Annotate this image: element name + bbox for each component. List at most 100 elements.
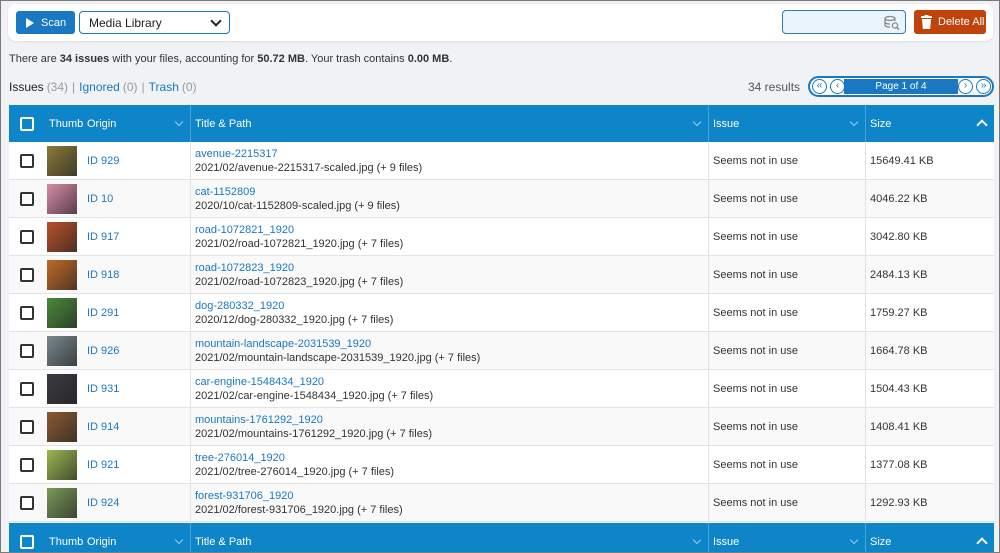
column-issue[interactable]: Issue [709,523,866,552]
thumbnail-image[interactable] [47,335,77,366]
column-origin-label: Origin [87,117,117,130]
title-link[interactable]: car-engine-1548434_1920 [195,376,324,388]
first-page-button[interactable]: « [812,79,827,94]
origin-link[interactable]: ID 291 [87,307,119,319]
prev-page-button[interactable]: ‹ [830,79,845,94]
title-link[interactable]: tree-276014_1920 [195,452,285,464]
title-link[interactable]: forest-931706_1920 [195,490,293,502]
row-checkbox[interactable] [20,457,34,472]
origin-link[interactable]: ID 931 [87,383,119,395]
issue-text: Seems not in use [713,496,798,509]
tab-separator: | [72,80,76,94]
thumbnail-image[interactable] [47,297,77,328]
sort-icon[interactable] [692,117,702,127]
select-all-checkbox[interactable] [20,534,34,549]
row-checkbox-cell [9,180,45,218]
row-checkbox[interactable] [20,191,34,206]
table-row: ID 924 forest-931706_1920 2021/02/forest… [9,483,994,522]
row-checkbox-cell [9,218,45,256]
thumbnail-image[interactable] [47,183,77,214]
row-checkbox[interactable] [20,267,34,282]
row-checkbox[interactable] [20,381,34,396]
column-size[interactable]: Size [866,105,994,142]
row-origin-cell: ID 921 [83,445,191,484]
title-link[interactable]: dog-280332_1920 [195,300,284,312]
column-issue-label: Issue [713,117,740,130]
play-icon [26,17,34,28]
origin-link[interactable]: ID 10 [87,193,113,205]
row-title-cell: mountain-landscape-2031539_1920 2021/02/… [191,331,709,370]
row-title-cell: road-1072823_1920 2021/02/road-1072823_1… [191,255,709,294]
sort-ascending-icon[interactable] [976,119,988,131]
origin-link[interactable]: ID 917 [87,231,119,243]
row-origin-cell: ID 929 [83,141,191,180]
last-page-button[interactable]: » [976,79,991,94]
thumbnail-image[interactable] [47,259,77,290]
row-thumb-cell [45,446,83,484]
table-row: ID 917 road-1072821_1920 2021/02/road-10… [9,217,994,256]
summary-text: There are [9,53,60,65]
origin-link[interactable]: ID 924 [87,497,119,509]
column-title[interactable]: Title & Path [191,105,709,142]
title-link[interactable]: mountains-1761292_1920 [195,414,323,426]
title-link[interactable]: mountain-landscape-2031539_1920 [195,338,371,350]
sort-icon[interactable] [174,535,184,545]
source-select[interactable]: Media Library [79,11,230,34]
file-path: 2021/02/avenue-2215317-scaled.jpg (+ 9 f… [195,161,423,174]
row-checkbox[interactable] [20,153,34,168]
tab-trash[interactable]: Trash [149,80,179,94]
summary-trash-size: 0.00 MB [407,53,450,65]
thumbnail-image[interactable] [47,221,77,252]
title-link[interactable]: road-1072821_1920 [195,224,294,236]
scan-button[interactable]: Scan [16,11,75,34]
table-row: ID 921 tree-276014_1920 2021/02/tree-276… [9,445,994,484]
row-issue-cell: Seems not in use [709,255,866,294]
column-issue-label: Issue [713,535,740,548]
issue-text: Seems not in use [713,458,798,471]
origin-link[interactable]: ID 914 [87,421,119,433]
size-text: 2484.13 KB [870,268,928,281]
row-checkbox[interactable] [20,495,34,510]
origin-link[interactable]: ID 918 [87,269,119,281]
table-row: ID 10 cat-1152809 2020/10/cat-1152809-sc… [9,179,994,218]
thumbnail-image[interactable] [47,449,77,480]
database-search-icon[interactable] [884,15,900,31]
table-row: ID 931 car-engine-1548434_1920 2021/02/c… [9,369,994,408]
row-checkbox[interactable] [20,419,34,434]
title-link[interactable]: road-1072823_1920 [195,262,294,274]
origin-link[interactable]: ID 926 [87,345,119,357]
origin-link[interactable]: ID 929 [87,155,119,167]
column-size[interactable]: Size [866,523,994,552]
filter-tabs: Issues (34) | Ignored (0) | Trash (0) [9,80,197,94]
search-box[interactable] [782,10,906,34]
thumbnail-image[interactable] [47,145,77,176]
sort-ascending-icon[interactable] [976,537,988,549]
toolbar: Scan Media Library Delete All [8,4,993,41]
next-page-button[interactable]: › [958,79,973,94]
title-link[interactable]: cat-1152809 [195,186,255,198]
sort-icon[interactable] [174,117,184,127]
delete-all-button[interactable]: Delete All [914,10,986,34]
title-link[interactable]: avenue-2215317 [195,148,278,160]
tab-issues[interactable]: Issues [9,80,44,94]
sort-icon[interactable] [849,535,859,545]
thumbnail-image[interactable] [47,487,77,518]
tab-ignored-count: (0) [122,80,138,94]
column-origin[interactable]: Origin [83,523,191,552]
thumbnail-image[interactable] [47,411,77,442]
row-checkbox-cell [9,446,45,484]
sort-icon[interactable] [692,535,702,545]
thumbnail-image[interactable] [47,373,77,404]
app-frame: Scan Media Library Delete All There are … [0,0,1000,553]
row-checkbox[interactable] [20,343,34,358]
select-all-checkbox[interactable] [20,116,34,131]
row-checkbox[interactable] [20,229,34,244]
column-title[interactable]: Title & Path [191,523,709,552]
column-issue[interactable]: Issue [709,105,866,142]
origin-link[interactable]: ID 921 [87,459,119,471]
row-checkbox[interactable] [20,305,34,320]
sort-icon[interactable] [849,117,859,127]
column-origin[interactable]: Origin [83,105,191,142]
tab-ignored[interactable]: Ignored [79,80,120,94]
column-thumb: Thumb [49,535,84,548]
